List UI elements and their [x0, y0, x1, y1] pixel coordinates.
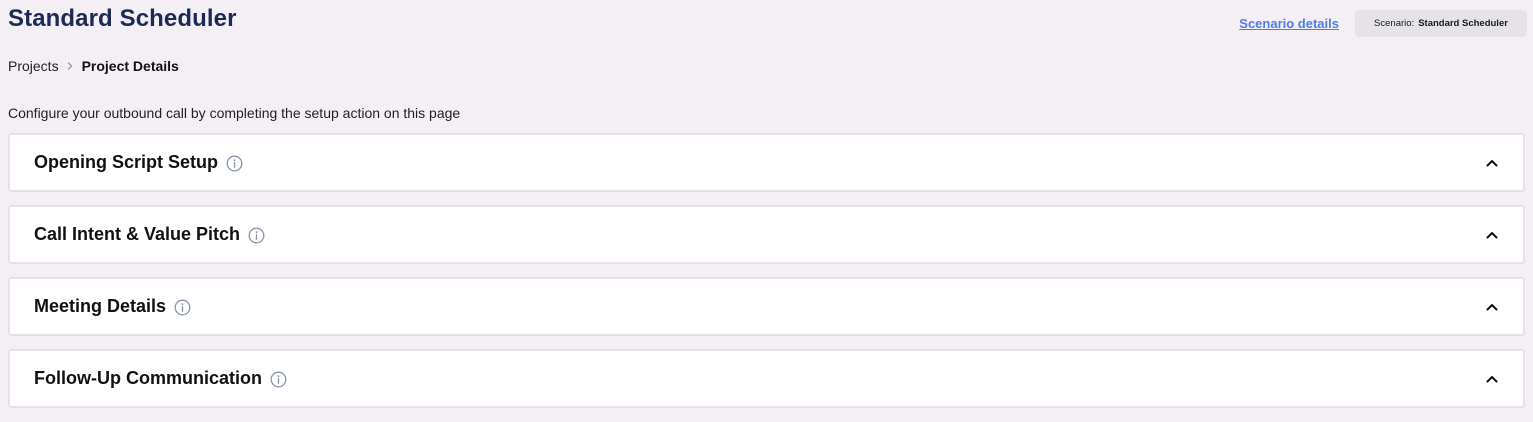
info-icon[interactable] [174, 299, 191, 316]
chevron-up-icon[interactable] [1485, 228, 1499, 242]
section-opening-script-setup[interactable]: Opening Script Setup [8, 133, 1525, 192]
page-instructions: Configure your outbound call by completi… [8, 105, 461, 121]
section-title: Meeting Details [34, 296, 167, 316]
info-icon[interactable] [248, 227, 265, 244]
breadcrumb-current: Project Details [81, 58, 179, 74]
chevron-right-icon [67, 58, 73, 74]
chevron-up-icon[interactable] [1485, 156, 1499, 170]
breadcrumb-projects-link[interactable]: Projects [8, 58, 59, 74]
section-call-intent-value-pitch[interactable]: Call Intent & Value Pitch [8, 205, 1525, 264]
info-icon[interactable] [226, 155, 243, 172]
section-list: Opening Script Setup Call Intent & Value… [8, 133, 1525, 421]
section-follow-up-communication[interactable]: Follow-Up Communication [8, 349, 1525, 408]
scenario-badge: Scenario: Standard Scheduler [1355, 10, 1527, 37]
section-title: Follow-Up Communication [34, 368, 262, 388]
section-meeting-details[interactable]: Meeting Details [8, 277, 1525, 336]
header-actions: Scenario details Scenario: Standard Sche… [1239, 10, 1527, 37]
page-title: Standard Scheduler [8, 5, 237, 32]
breadcrumb: Projects Project Details [8, 58, 179, 74]
chevron-up-icon[interactable] [1485, 300, 1499, 314]
chevron-up-icon[interactable] [1485, 372, 1499, 386]
scenario-badge-label: Scenario: [1374, 18, 1415, 29]
scenario-details-link[interactable]: Scenario details [1239, 16, 1339, 31]
section-title: Call Intent & Value Pitch [34, 224, 241, 244]
info-icon[interactable] [270, 371, 287, 388]
section-title: Opening Script Setup [34, 152, 219, 172]
scenario-badge-value: Standard Scheduler [1418, 18, 1508, 29]
